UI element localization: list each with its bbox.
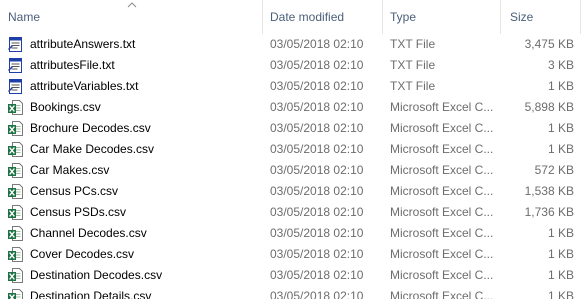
file-date-modified: 03/05/2018 02:10	[270, 79, 364, 93]
file-name: Census PSDs.csv	[30, 205, 127, 219]
column-header-bar: Name Date modified Type Size	[0, 0, 588, 34]
file-date-modified: 03/05/2018 02:10	[270, 205, 364, 219]
file-size: 3 KB	[547, 58, 574, 72]
file-name: Channel Decodes.csv	[30, 226, 147, 240]
file-row[interactable]: Census PCs.csv 03/05/2018 02:10 Microsoft …	[0, 181, 588, 202]
file-row[interactable]: Census PSDs.csv 03/05/2018 02:10 Microsoft…	[0, 202, 588, 223]
file-type: TXT File	[390, 58, 436, 72]
file-type: Microsoft Excel C...	[390, 121, 494, 135]
column-header-name[interactable]: Name	[8, 0, 40, 34]
file-row[interactable]: attributesFile.txt 03/05/2018 02:10 TXT Fi…	[0, 55, 588, 76]
column-header-date-modified[interactable]: Date modified	[270, 0, 344, 34]
text-file-icon	[8, 37, 22, 52]
excel-file-icon	[8, 247, 23, 262]
file-name: attributeAnswers.txt	[30, 37, 136, 51]
file-date-modified: 03/05/2018 02:10	[270, 142, 364, 156]
excel-file-icon	[8, 184, 23, 199]
file-size: 1 KB	[547, 142, 574, 156]
file-date-modified: 03/05/2018 02:10	[270, 226, 364, 240]
file-type: TXT File	[390, 37, 436, 51]
file-list-view: Name Date modified Type Size attributeAn…	[0, 0, 588, 299]
file-type: Microsoft Excel C...	[390, 226, 494, 240]
file-type: Microsoft Excel C...	[390, 142, 494, 156]
file-name: Brochure Decodes.csv	[30, 121, 151, 135]
file-date-modified: 03/05/2018 02:10	[270, 163, 364, 177]
excel-file-icon	[8, 163, 23, 178]
file-size: 1,538 KB	[524, 184, 574, 198]
file-row[interactable]: Car Make Decodes.csv 03/05/2018 02:10 Micr…	[0, 139, 588, 160]
excel-file-icon	[8, 100, 23, 115]
file-name: Destination Details.csv	[30, 289, 152, 299]
file-row[interactable]: Destination Decodes.csv 03/05/2018 02:10 M…	[0, 265, 588, 286]
file-date-modified: 03/05/2018 02:10	[270, 247, 364, 261]
column-divider[interactable]	[262, 0, 263, 34]
chevron-up-icon	[127, 2, 137, 8]
excel-file-icon	[8, 205, 23, 220]
file-size: 1 KB	[547, 247, 574, 261]
excel-file-icon	[8, 226, 23, 241]
file-date-modified: 03/05/2018 02:10	[270, 100, 364, 114]
file-size: 1 KB	[547, 289, 574, 299]
file-date-modified: 03/05/2018 02:10	[270, 184, 364, 198]
file-size: 1 KB	[547, 226, 574, 240]
file-row[interactable]: Cover Decodes.csv 03/05/2018 02:10 Microso…	[0, 244, 588, 265]
file-type: Microsoft Excel C...	[390, 163, 494, 177]
file-type: Microsoft Excel C...	[390, 100, 494, 114]
file-size: 1,736 KB	[524, 205, 574, 219]
file-name: attributeVariables.txt	[30, 79, 139, 93]
excel-file-icon	[8, 289, 23, 299]
column-divider[interactable]	[382, 0, 383, 34]
file-name: Destination Decodes.csv	[30, 268, 163, 282]
file-row[interactable]: attributeAnswers.txt 03/05/2018 02:10 TXT …	[0, 34, 588, 55]
column-header-size[interactable]: Size	[510, 0, 533, 34]
file-name: Census PCs.csv	[30, 184, 119, 198]
file-name: Bookings.csv	[30, 100, 101, 114]
file-row[interactable]: Channel Decodes.csv 03/05/2018 02:10 Micro…	[0, 223, 588, 244]
excel-file-icon	[8, 121, 23, 136]
file-row[interactable]: Car Makes.csv 03/05/2018 02:10 Microsoft E…	[0, 160, 588, 181]
file-type: Microsoft Excel C...	[390, 268, 494, 282]
file-size: 572 KB	[534, 163, 574, 177]
file-date-modified: 03/05/2018 02:10	[270, 289, 364, 299]
file-name: Car Make Decodes.csv	[30, 142, 155, 156]
file-size: 1 KB	[547, 79, 574, 93]
column-header-type[interactable]: Type	[390, 0, 416, 34]
excel-file-icon	[8, 142, 23, 157]
file-date-modified: 03/05/2018 02:10	[270, 37, 364, 51]
file-date-modified: 03/05/2018 02:10	[270, 58, 364, 72]
text-file-icon	[8, 79, 22, 94]
excel-file-icon	[8, 268, 23, 283]
file-name: Car Makes.csv	[30, 163, 110, 177]
file-size: 1 KB	[547, 121, 574, 135]
file-type: TXT File	[390, 79, 436, 93]
file-size: 1 KB	[547, 268, 574, 282]
column-divider[interactable]	[500, 0, 501, 34]
file-row[interactable]: Brochure Decodes.csv 03/05/2018 02:10 Micr…	[0, 118, 588, 139]
file-size: 3,475 KB	[524, 37, 574, 51]
file-type: Microsoft Excel C...	[390, 184, 494, 198]
file-date-modified: 03/05/2018 02:10	[270, 121, 364, 135]
file-date-modified: 03/05/2018 02:10	[270, 268, 364, 282]
file-type: Microsoft Excel C...	[390, 205, 494, 219]
file-row[interactable]: Destination Details.csv 03/05/2018 02:10 M…	[0, 286, 588, 299]
column-divider[interactable]	[580, 0, 581, 34]
file-rows: attributeAnswers.txt 03/05/2018 02:10 TXT …	[0, 34, 588, 299]
file-row[interactable]: attributeVariables.txt 03/05/2018 02:10 TX…	[0, 76, 588, 97]
file-size: 5,898 KB	[524, 100, 574, 114]
file-row[interactable]: Bookings.csv 03/05/2018 02:10 Microsoft Ex…	[0, 97, 588, 118]
file-name: attributesFile.txt	[30, 58, 115, 72]
file-name: Cover Decodes.csv	[30, 247, 135, 261]
file-type: Microsoft Excel C...	[390, 247, 494, 261]
file-type: Microsoft Excel C...	[390, 289, 494, 299]
text-file-icon	[8, 58, 22, 73]
